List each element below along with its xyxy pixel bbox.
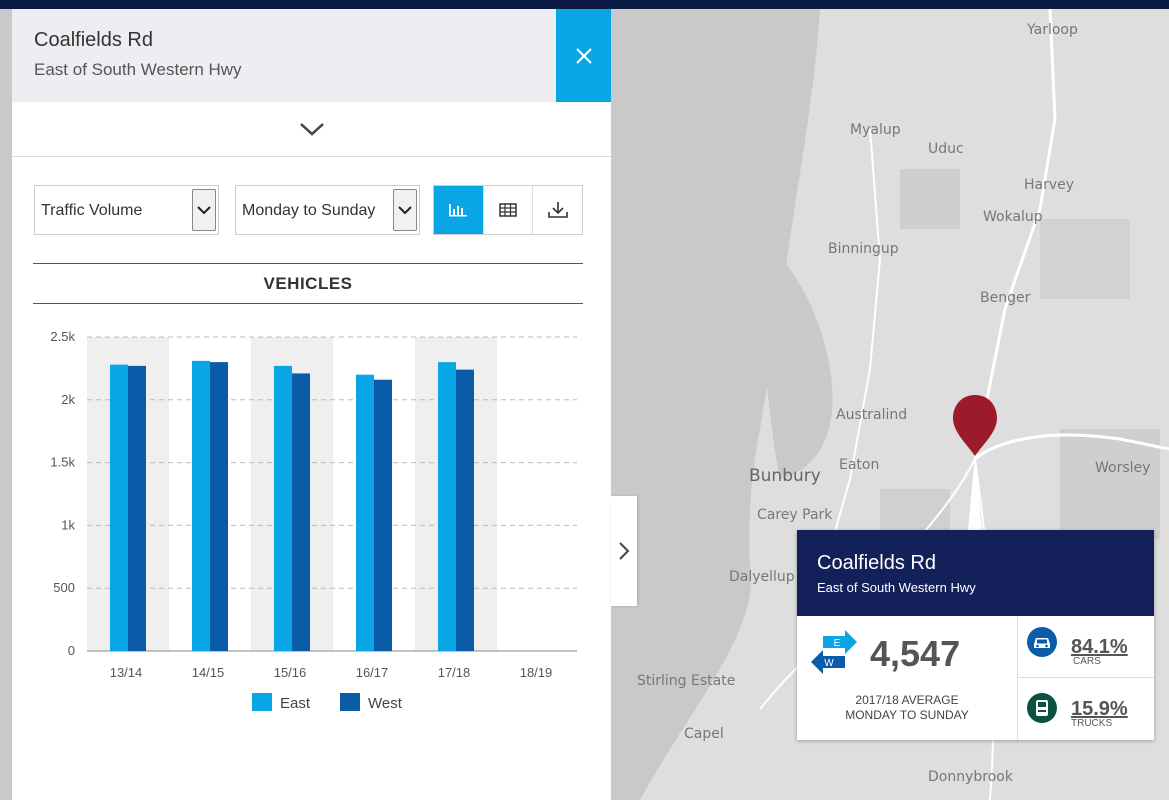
info-card-header: Coalfields Rd East of South Western Hwy [797, 530, 1154, 616]
map-label-binningup: Binningup [828, 241, 899, 257]
map-label-yarloop: Yarloop [1027, 22, 1078, 38]
average-caption-days: MONDAY TO SUNDAY [845, 708, 969, 722]
side-panel: Coalfields Rd East of South Western Hwy … [12, 9, 611, 800]
x-tick-label: 14/15 [192, 665, 225, 680]
bar-west-17/18 [456, 369, 474, 651]
map-label-australind: Australind [836, 407, 908, 423]
east-west-direction-icon: E W [811, 630, 857, 674]
average-daily-total: 4,547 [870, 633, 961, 674]
map-label-worsley: Worsley [1095, 460, 1151, 476]
truck-icon [1027, 693, 1057, 723]
y-tick-label: 1k [61, 517, 75, 532]
info-card-divider [1017, 616, 1018, 740]
expand-panel-button[interactable] [611, 496, 637, 606]
bar-east-16/17 [356, 374, 374, 651]
location-marker[interactable] [953, 386, 997, 448]
map-label-eaton: Eaton [839, 457, 880, 473]
bar-east-13/14 [110, 364, 128, 651]
average-caption-year: 2017/18 AVERAGE [855, 693, 959, 707]
location-info-card[interactable]: Coalfields Rd East of South Western Hwy … [797, 530, 1154, 740]
map-label-uduc: Uduc [928, 141, 964, 157]
x-tick-label: 16/17 [356, 665, 389, 680]
traffic-bar-chart: 0 500 1k 1.5k 2k 2.5k 13/14 14/15 15/16 16/17 17/1… [50, 329, 577, 712]
bar-west-13/14 [128, 365, 146, 651]
map-label-carey-park: Carey Park [757, 507, 833, 523]
info-card-title: Coalfields Rd [817, 552, 936, 574]
bar-east-15/16 [274, 365, 292, 651]
car-icon [1027, 627, 1057, 657]
direction-east-letter: E [834, 638, 841, 649]
legend-swatch-east [252, 693, 272, 711]
map-label-harvey: Harvey [1024, 177, 1075, 193]
x-tick-label: 13/14 [110, 665, 143, 680]
y-tick-label: 500 [53, 580, 75, 595]
map-label-myalup: Myalup [850, 122, 901, 138]
chevron-right-icon [619, 542, 630, 560]
bar-east-14/15 [192, 360, 210, 651]
map-label-capel: Capel [684, 726, 724, 742]
legend-label-west: West [368, 695, 403, 712]
legend-label-east: East [280, 695, 311, 712]
y-tick-label: 2.5k [50, 329, 75, 344]
y-tick-label: 2k [61, 392, 75, 407]
info-card-divider [1018, 677, 1154, 678]
bar-east-17/18 [438, 362, 456, 651]
x-tick-label: 15/16 [274, 665, 307, 680]
bar-west-16/17 [374, 379, 392, 651]
x-tick-label: 18/19 [520, 665, 553, 680]
trucks-label: TRUCKS [1071, 718, 1113, 729]
bar-west-15/16 [292, 373, 310, 651]
direction-west-letter: W [824, 658, 834, 669]
map-label-bunbury: Bunbury [749, 466, 821, 486]
x-tick-label: 17/18 [438, 665, 471, 680]
y-tick-label: 0 [68, 643, 75, 658]
map-label-benger: Benger [980, 290, 1031, 306]
info-card-subtitle: East of South Western Hwy [817, 580, 976, 595]
legend-swatch-west [340, 693, 360, 711]
map-label-dalyellup: Dalyellup [729, 569, 795, 585]
cars-label: CARS [1073, 656, 1101, 667]
map-label-wokalup: Wokalup [983, 209, 1043, 225]
map-label-donnybrook: Donnybrook [928, 769, 1013, 785]
y-tick-label: 1.5k [50, 455, 75, 470]
map-label-stirling-estate: Stirling Estate [637, 673, 736, 689]
bar-west-14/15 [210, 362, 228, 651]
